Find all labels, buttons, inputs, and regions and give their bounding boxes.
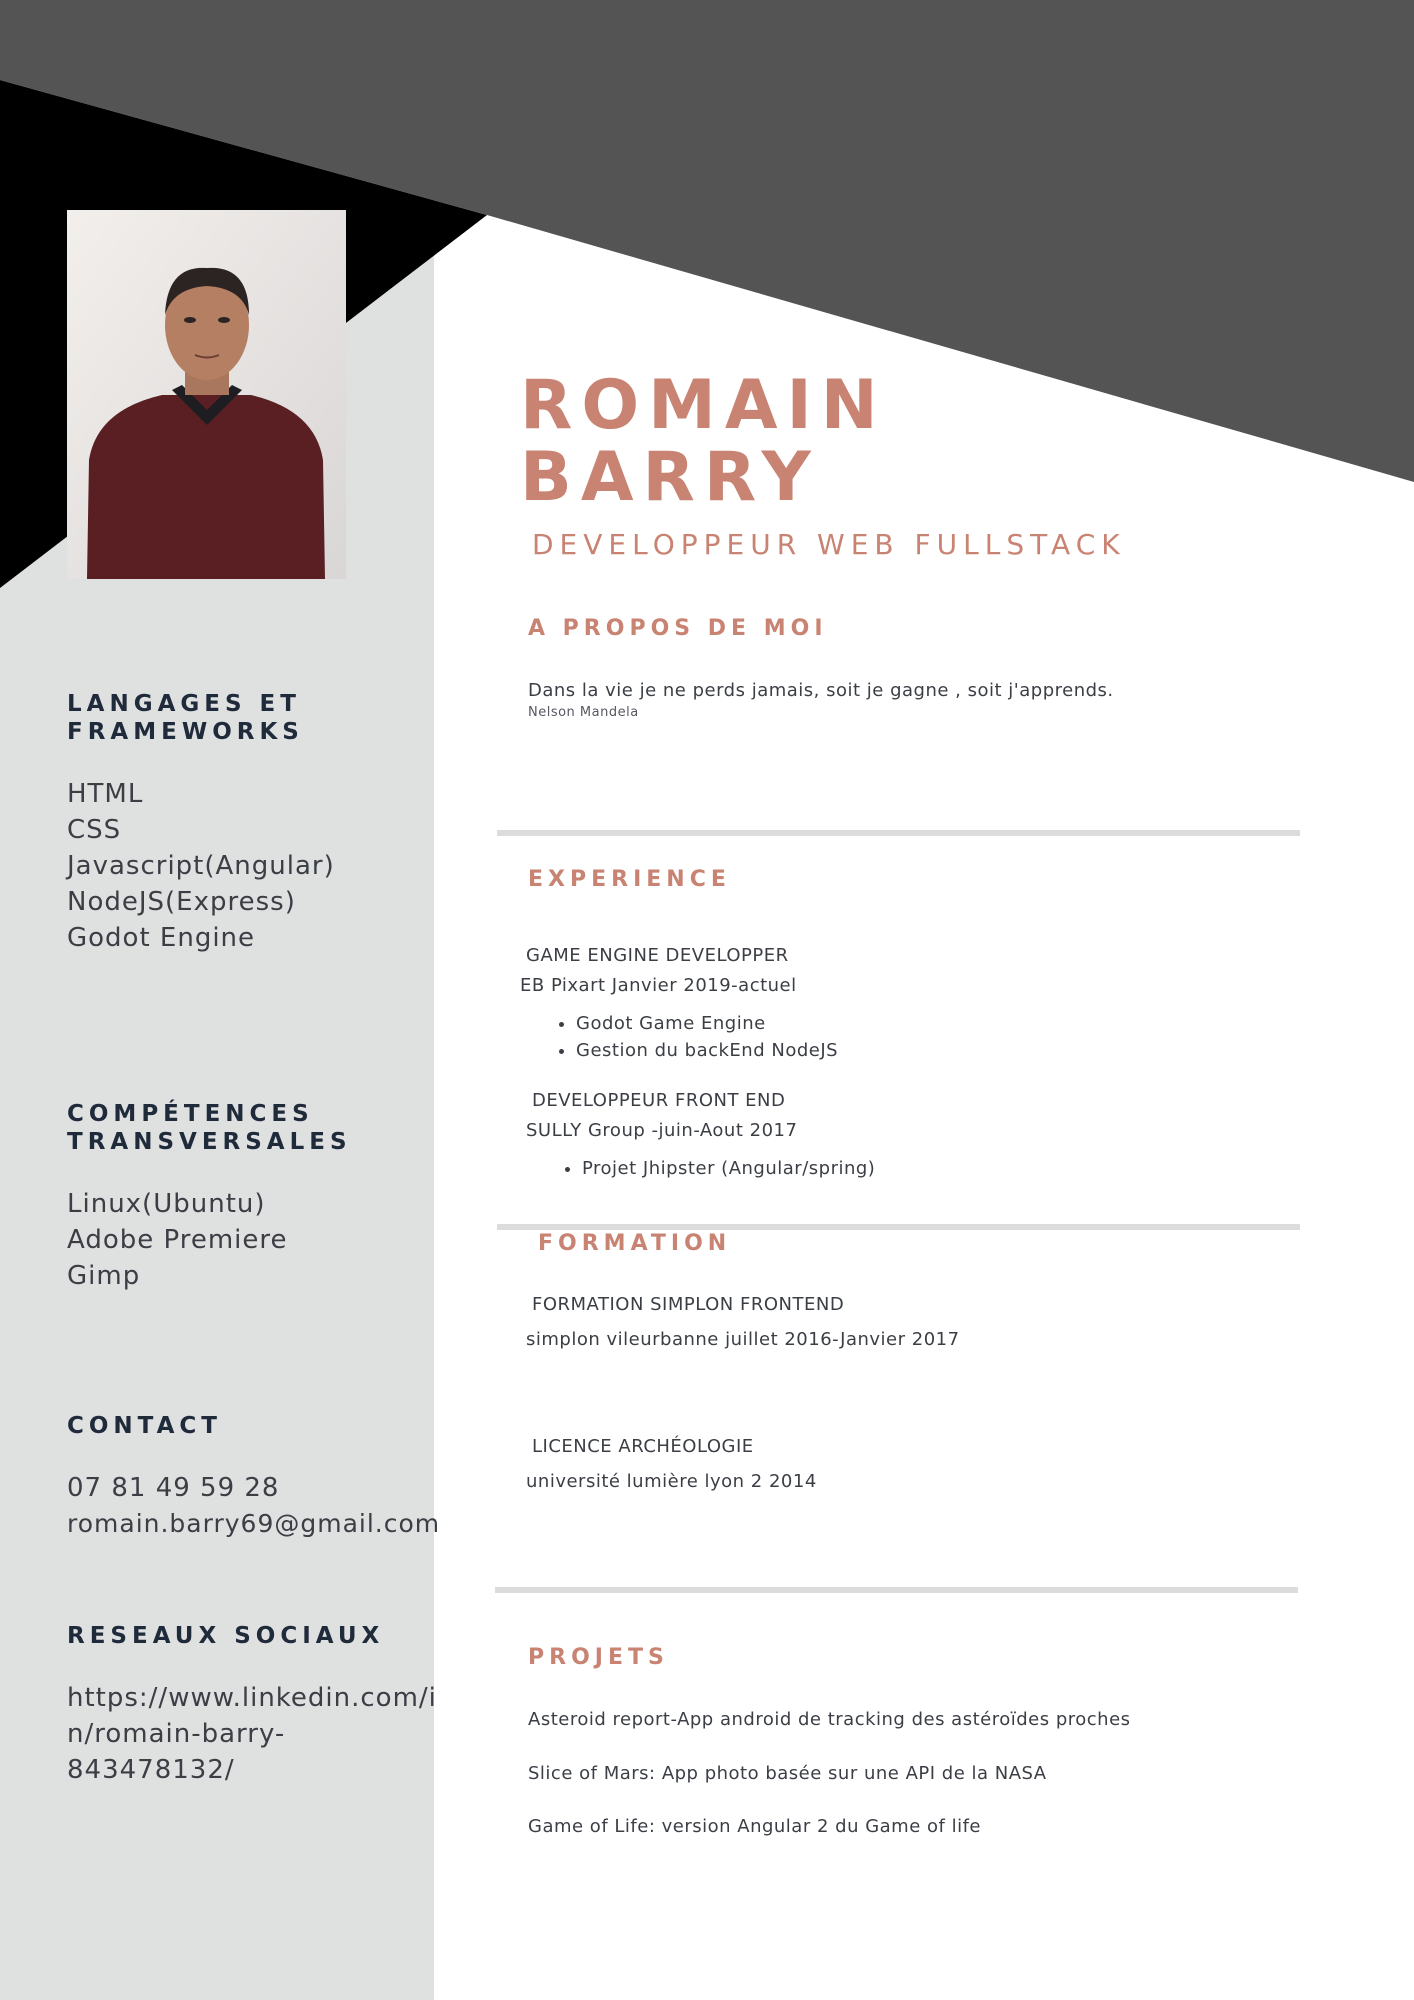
job-title-entry: DEVELOPPEUR FRONT END xyxy=(532,1090,786,1111)
formation-heading: FORMATION xyxy=(538,1231,732,1256)
formation-title: FORMATION SIMPLON FRONTEND xyxy=(532,1294,845,1315)
contact-heading: CONTACT xyxy=(67,1413,222,1439)
skills-item: Adobe Premiere xyxy=(67,1225,288,1255)
name-block: ROMAIN BARRY xyxy=(520,370,887,514)
formation-title: LICENCE ARCHÉOLOGIE xyxy=(532,1436,754,1457)
languages-item: HTML xyxy=(67,779,144,809)
about-heading: A PROPOS DE MOI xyxy=(528,616,828,641)
formation-entry: FORMATION SIMPLON FRONTEND simplon vileu… xyxy=(526,1292,960,1353)
linkedin-line: https://www.linkedin.com/i xyxy=(67,1683,437,1713)
languages-item: CSS xyxy=(67,815,122,845)
skills-item: Linux(Ubuntu) xyxy=(67,1189,266,1219)
job-title: DEVELOPPEUR WEB FULLSTACK xyxy=(532,528,1126,561)
skills-section: COMPÉTENCES TRANSVERSALES Linux(Ubuntu) … xyxy=(67,1100,352,1294)
skills-item: Gimp xyxy=(67,1261,141,1291)
section-divider xyxy=(495,1587,1298,1593)
job-company: EB Pixart Janvier 2019-actuel xyxy=(520,975,797,996)
linkedin-line: 843478132/ xyxy=(67,1755,235,1785)
projects-heading: PROJETS xyxy=(528,1645,669,1670)
profile-photo xyxy=(67,210,346,579)
languages-section: LANGAGES ET FRAMEWORKS HTML CSS Javascri… xyxy=(67,690,335,956)
job-bullets: Godot Game Engine Gestion du backEnd Nod… xyxy=(550,1010,838,1064)
languages-heading: LANGAGES ET FRAMEWORKS xyxy=(67,691,304,745)
social-section: RESEAUX SOCIAUX https://www.linkedin.com… xyxy=(67,1622,437,1788)
job-company: SULLY Group -juin-Aout 2017 xyxy=(526,1120,798,1141)
experience-entry: DEVELOPPEUR FRONT END SULLY Group -juin-… xyxy=(526,1086,875,1182)
contact-email[interactable]: romain.barry69@gmail.com xyxy=(67,1506,440,1542)
experience-entry: GAME ENGINE DEVELOPPER EB Pixart Janvier… xyxy=(520,941,838,1064)
experience-heading: EXPERIENCE xyxy=(528,867,731,892)
languages-item: NodeJS(Express) xyxy=(67,887,296,917)
contact-phone[interactable]: 07 81 49 59 28 xyxy=(67,1470,440,1506)
project-item: Game of Life: version Angular 2 du Game … xyxy=(528,1816,981,1837)
job-bullets: Projet Jhipster (Angular/spring) xyxy=(556,1155,875,1182)
contact-section: CONTACT 07 81 49 59 28 romain.barry69@gm… xyxy=(67,1412,440,1542)
skills-heading: COMPÉTENCES TRANSVERSALES xyxy=(67,1101,352,1155)
about-quote: Dans la vie je ne perds jamais, soit je … xyxy=(528,680,1114,701)
job-bullet: Godot Game Engine xyxy=(576,1010,838,1037)
job-title-entry: GAME ENGINE DEVELOPPER xyxy=(526,945,789,966)
linkedin-line: n/romain-barry- xyxy=(67,1719,286,1749)
contact-list: 07 81 49 59 28 romain.barry69@gmail.com xyxy=(67,1470,440,1542)
about-author: Nelson Mandela xyxy=(528,705,639,720)
job-bullet: Gestion du backEnd NodeJS xyxy=(576,1037,838,1064)
last-name: BARRY xyxy=(520,438,820,517)
section-divider xyxy=(497,830,1300,836)
languages-item: Javascript(Angular) xyxy=(67,851,335,881)
languages-item: Godot Engine xyxy=(67,923,256,953)
project-item: Slice of Mars: App photo basée sur une A… xyxy=(528,1763,1047,1784)
formation-detail: université lumière lyon 2 2014 xyxy=(526,1471,817,1492)
social-heading: RESEAUX SOCIAUX xyxy=(67,1623,385,1649)
first-name: ROMAIN xyxy=(520,366,887,445)
formation-detail: simplon vileurbanne juillet 2016-Janvier… xyxy=(526,1329,960,1350)
section-divider xyxy=(497,1224,1300,1230)
project-item: Asteroid report-App android de tracking … xyxy=(528,1709,1131,1730)
formation-entry: LICENCE ARCHÉOLOGIE université lumière l… xyxy=(526,1434,817,1495)
skills-list: Linux(Ubuntu) Adobe Premiere Gimp xyxy=(67,1186,352,1294)
linkedin-link[interactable]: https://www.linkedin.com/i n/romain-barr… xyxy=(67,1680,437,1788)
job-bullet: Projet Jhipster (Angular/spring) xyxy=(582,1155,875,1182)
languages-list: HTML CSS Javascript(Angular) NodeJS(Expr… xyxy=(67,776,335,956)
